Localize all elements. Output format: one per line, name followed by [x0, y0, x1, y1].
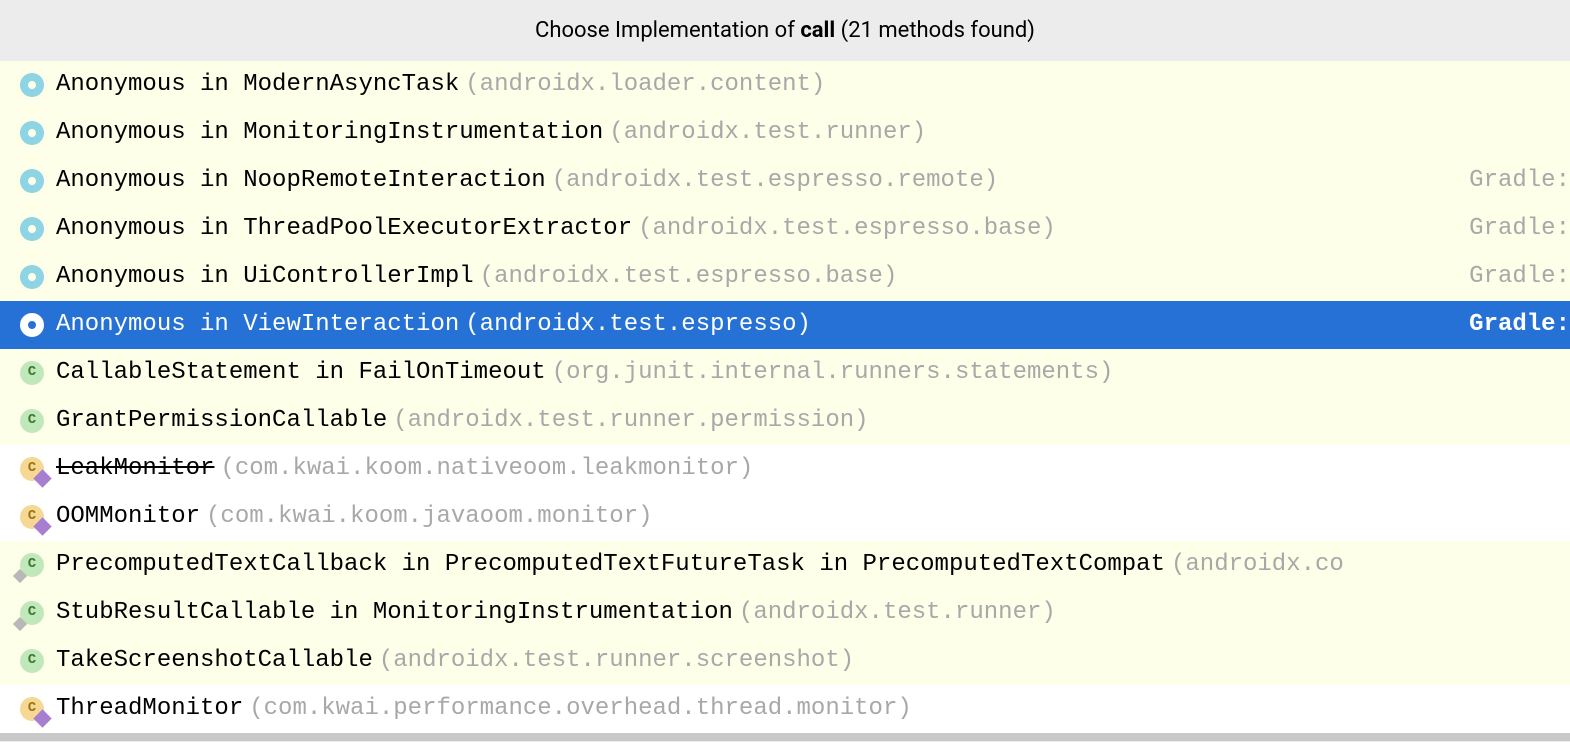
class-icon: C	[18, 407, 46, 435]
list-item[interactable]: Anonymous in ModernAsyncTask(androidx.lo…	[0, 61, 1570, 109]
title-suffix: (21 methods found)	[835, 18, 1035, 43]
item-package: (androidx.test.runner)	[609, 116, 926, 150]
kotlin-class-icon: C	[18, 455, 46, 483]
item-package: (androidx.test.espresso.base)	[480, 260, 898, 294]
list-item[interactable]: C TakeScreenshotCallable(androidx.test.ru…	[0, 637, 1570, 685]
item-label: LeakMonitor	[56, 452, 214, 486]
list-item[interactable]: C GrantPermissionCallable(androidx.test.r…	[0, 397, 1570, 445]
item-package: (androidx.loader.content)	[465, 68, 825, 102]
list-item[interactable]: C CallableStatement in FailOnTimeout(org.…	[0, 349, 1570, 397]
item-package: (androidx.test.runner)	[739, 596, 1056, 630]
item-label: Anonymous in MonitoringInstrumentation	[56, 116, 603, 150]
item-package: (com.kwai.koom.nativeoom.leakmonitor)	[220, 452, 753, 486]
item-package: (org.junit.internal.runners.statements)	[552, 356, 1114, 390]
interface-icon	[18, 263, 46, 291]
item-package: (androidx.test.espresso.base)	[638, 212, 1056, 246]
interface-icon	[18, 215, 46, 243]
list-item[interactable]: C LeakMonitor(com.kwai.koom.nativeoom.lea…	[0, 445, 1570, 493]
class-icon: C	[18, 599, 46, 627]
class-icon: C	[18, 551, 46, 579]
interface-icon	[18, 311, 46, 339]
item-label: StubResultCallable in MonitoringInstrume…	[56, 596, 733, 630]
list-item[interactable]: C PrecomputedTextCallback in PrecomputedT…	[0, 541, 1570, 589]
item-source: Gradle:	[1469, 212, 1570, 246]
list-item[interactable]: Anonymous in MonitoringInstrumentation(a…	[0, 109, 1570, 157]
item-label: TakeScreenshotCallable	[56, 644, 373, 678]
item-label: Anonymous in NoopRemoteInteraction	[56, 164, 546, 198]
item-label: CallableStatement in FailOnTimeout	[56, 356, 546, 390]
kotlin-class-icon: C	[18, 503, 46, 531]
list-item[interactable]: Anonymous in UiControllerImpl(androidx.t…	[0, 253, 1570, 301]
list-item[interactable]: Anonymous in ThreadPoolExecutorExtractor…	[0, 205, 1570, 253]
item-package: (androidx.test.runner.permission)	[393, 404, 868, 438]
item-package: (androidx.test.espresso.remote)	[552, 164, 998, 198]
list-item[interactable]: Anonymous in ViewInteraction(androidx.te…	[0, 301, 1570, 349]
scrollbar[interactable]	[0, 733, 1570, 741]
class-icon: C	[18, 359, 46, 387]
item-source: Gradle:	[1469, 308, 1570, 342]
item-label: Anonymous in UiControllerImpl	[56, 260, 474, 294]
list-item[interactable]: C StubResultCallable in MonitoringInstrum…	[0, 589, 1570, 637]
list-item[interactable]: C ThreadMonitor(com.kwai.performance.over…	[0, 685, 1570, 733]
list-item[interactable]: C OOMMonitor(com.kwai.koom.javaoom.monito…	[0, 493, 1570, 541]
list-item[interactable]: Anonymous in NoopRemoteInteraction(andro…	[0, 157, 1570, 205]
item-source: Gradle:	[1469, 164, 1570, 198]
item-label: Anonymous in ModernAsyncTask	[56, 68, 459, 102]
item-label: OOMMonitor	[56, 500, 200, 534]
popup-title: Choose Implementation of call (21 method…	[0, 0, 1570, 61]
kotlin-class-icon: C	[18, 695, 46, 723]
item-package: (androidx.co	[1171, 548, 1344, 582]
item-label: ThreadMonitor	[56, 692, 243, 726]
interface-icon	[18, 119, 46, 147]
interface-icon	[18, 167, 46, 195]
item-label: Anonymous in ViewInteraction	[56, 308, 459, 342]
item-label: Anonymous in ThreadPoolExecutorExtractor	[56, 212, 632, 246]
class-icon: C	[18, 647, 46, 675]
implementation-list: Anonymous in ModernAsyncTask(androidx.lo…	[0, 61, 1570, 733]
item-label: PrecomputedTextCallback in PrecomputedTe…	[56, 548, 1165, 582]
item-package: (androidx.test.espresso)	[465, 308, 811, 342]
title-method: call	[800, 18, 835, 43]
item-package: (com.kwai.koom.javaoom.monitor)	[206, 500, 652, 534]
item-package: (androidx.test.runner.screenshot)	[379, 644, 854, 678]
item-package: (com.kwai.performance.overhead.thread.mo…	[249, 692, 912, 726]
interface-icon	[18, 71, 46, 99]
item-label: GrantPermissionCallable	[56, 404, 387, 438]
item-source: Gradle:	[1469, 260, 1570, 294]
title-prefix: Choose Implementation of	[535, 18, 800, 43]
